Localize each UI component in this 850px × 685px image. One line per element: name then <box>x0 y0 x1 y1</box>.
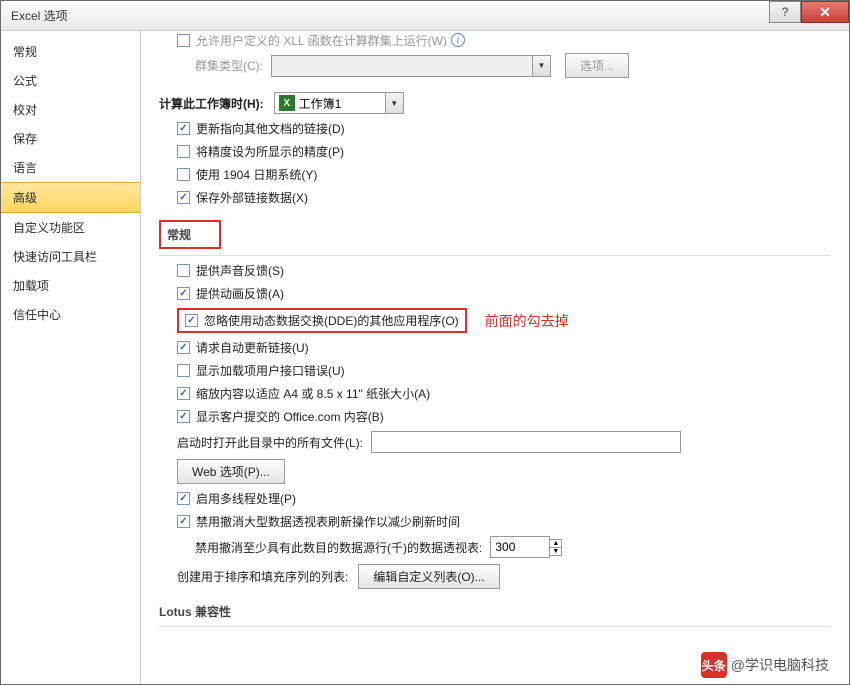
content-pane: 允许用户定义的 XLL 函数在计算群集上运行(W) i 群集类型(C): 选项.… <box>141 31 849 684</box>
cluster-type-dropdown[interactable] <box>271 55 551 77</box>
startup-label: 启动时打开此目录中的所有文件(L): <box>177 434 363 451</box>
spinner-up-icon: ▲ <box>550 540 561 548</box>
custom-list-row: 创建用于排序和填充序列的列表: 编辑自定义列表(O)... <box>159 564 831 589</box>
checkbox[interactable] <box>177 515 190 528</box>
sidebar: 常规 公式 校对 保存 语言 高级 自定义功能区 快速访问工具栏 加载项 信任中… <box>1 31 141 684</box>
checkbox[interactable] <box>177 410 190 423</box>
checkbox[interactable] <box>177 145 190 158</box>
web-options-row: Web 选项(P)... <box>159 459 831 484</box>
window-title: Excel 选项 <box>1 7 68 24</box>
sidebar-item-save[interactable]: 保存 <box>1 124 140 153</box>
excel-icon: X <box>279 95 295 111</box>
chevron-down-icon <box>385 93 403 113</box>
cluster-type-row: 群集类型(C): 选项... <box>159 53 831 78</box>
checkbox[interactable] <box>177 492 190 505</box>
sidebar-item-language[interactable]: 语言 <box>1 153 140 182</box>
web-options-button[interactable]: Web 选项(P)... <box>177 459 285 484</box>
dialog-body: 常规 公式 校对 保存 语言 高级 自定义功能区 快速访问工具栏 加载项 信任中… <box>1 31 849 684</box>
workbook-dropdown[interactable]: X 工作簿1 <box>274 92 404 114</box>
watermark: 头条 @学识电脑科技 <box>701 652 829 678</box>
calc-workbook-row: 计算此工作簿时(H): X 工作簿1 <box>159 92 831 114</box>
opt-office-com: 显示客户提交的 Office.com 内容(B) <box>159 408 831 425</box>
opt-save-external: 保存外部链接数据(X) <box>159 189 831 206</box>
section-general: 常规 <box>159 214 831 256</box>
opt-precision: 将精度设为所显示的精度(P) <box>159 143 831 160</box>
titlebar-buttons: ? ✕ <box>769 1 849 23</box>
annotation-text: 前面的勾去掉 <box>485 311 569 331</box>
info-icon: i <box>451 33 465 47</box>
checkbox[interactable] <box>177 364 190 377</box>
custom-list-label: 创建用于排序和填充序列的列表: <box>177 568 348 585</box>
section-lotus: Lotus 兼容性 <box>159 597 831 627</box>
titlebar: Excel 选项 ? ✕ <box>1 1 849 31</box>
pivot-rows-input[interactable]: 300 <box>490 536 550 558</box>
startup-path-input[interactable] <box>371 431 681 453</box>
opt-animation: 提供动画反馈(A) <box>159 285 831 302</box>
opt-1904: 使用 1904 日期系统(Y) <box>159 166 831 183</box>
checkbox-dde[interactable] <box>185 314 198 327</box>
pivot-rows-row: 禁用撤消至少具有此数目的数据源行(千)的数据透视表: 300 ▲ ▼ <box>159 536 831 558</box>
spinner-buttons[interactable]: ▲ ▼ <box>549 539 562 556</box>
checkbox[interactable] <box>177 122 190 135</box>
sidebar-item-advanced[interactable]: 高级 <box>1 182 140 213</box>
watermark-text: @学识电脑科技 <box>731 655 829 675</box>
pivot-rows-label: 禁用撤消至少具有此数目的数据源行(千)的数据透视表: <box>195 539 482 556</box>
calc-workbook-label: 计算此工作簿时(H): <box>159 95 264 112</box>
opt-dde-row: 忽略使用动态数据交换(DDE)的其他应用程序(O) 前面的勾去掉 <box>159 308 831 333</box>
checkbox[interactable] <box>177 191 190 204</box>
sidebar-item-proofing[interactable]: 校对 <box>1 95 140 124</box>
checkbox[interactable] <box>177 34 190 47</box>
sidebar-item-quick-access[interactable]: 快速访问工具栏 <box>1 242 140 271</box>
spinner-down-icon: ▼ <box>550 548 561 555</box>
sidebar-item-general[interactable]: 常规 <box>1 37 140 66</box>
cluster-options-button[interactable]: 选项... <box>565 53 629 78</box>
opt-update-links: 更新指向其他文档的链接(D) <box>159 120 831 137</box>
workbook-name: 工作簿1 <box>299 95 385 112</box>
xll-row-cut: 允许用户定义的 XLL 函数在计算群集上运行(W) i <box>159 33 831 47</box>
checkbox[interactable] <box>177 387 190 400</box>
dialog-window: Excel 选项 ? ✕ 常规 公式 校对 保存 语言 高级 自定义功能区 快速… <box>0 0 850 685</box>
toutiao-icon: 头条 <box>701 652 727 678</box>
opt-scale-paper: 缩放内容以适应 A4 或 8.5 x 11" 纸张大小(A) <box>159 385 831 402</box>
checkbox[interactable] <box>177 168 190 181</box>
opt-addin-errors: 显示加载项用户接口错误(U) <box>159 362 831 379</box>
sidebar-item-trust-center[interactable]: 信任中心 <box>1 300 140 329</box>
edit-custom-list-button[interactable]: 编辑自定义列表(O)... <box>358 564 499 589</box>
startup-row: 启动时打开此目录中的所有文件(L): <box>159 431 831 453</box>
checkbox[interactable] <box>177 341 190 354</box>
checkbox[interactable] <box>177 264 190 277</box>
sidebar-item-customize-ribbon[interactable]: 自定义功能区 <box>1 213 140 242</box>
red-highlight-box: 忽略使用动态数据交换(DDE)的其他应用程序(O) <box>177 308 467 333</box>
opt-sound: 提供声音反馈(S) <box>159 262 831 279</box>
opt-pivot-disable: 禁用撤消大型数据透视表刷新操作以减少刷新时间 <box>159 513 831 530</box>
chevron-down-icon <box>532 56 550 76</box>
red-highlight-box: 常规 <box>159 220 221 249</box>
opt-multithread: 启用多线程处理(P) <box>159 490 831 507</box>
checkbox[interactable] <box>177 287 190 300</box>
close-button[interactable]: ✕ <box>801 1 849 23</box>
opt-auto-update-links: 请求自动更新链接(U) <box>159 339 831 356</box>
xll-label: 允许用户定义的 XLL 函数在计算群集上运行(W) <box>196 33 447 47</box>
cluster-type-label: 群集类型(C): <box>195 57 263 74</box>
help-button[interactable]: ? <box>769 1 801 23</box>
sidebar-item-formulas[interactable]: 公式 <box>1 66 140 95</box>
sidebar-item-addins[interactable]: 加载项 <box>1 271 140 300</box>
